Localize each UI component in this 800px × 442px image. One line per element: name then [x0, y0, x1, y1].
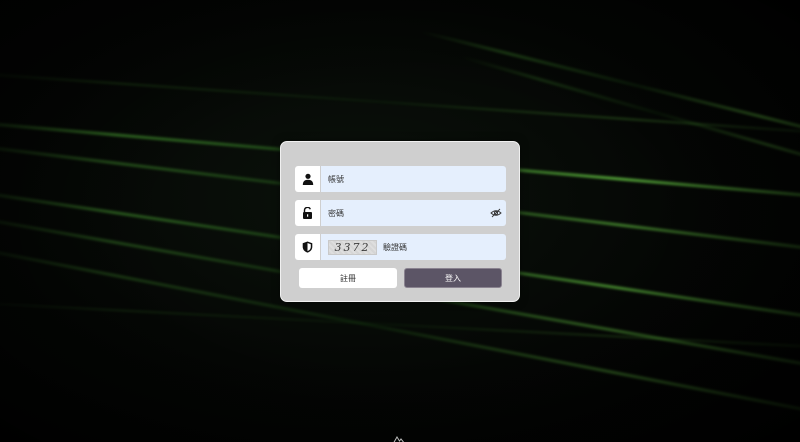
login-form: 3372 註冊 登入 — [280, 141, 520, 302]
password-field-wrapper — [320, 200, 506, 226]
password-input[interactable] — [328, 208, 478, 218]
unlock-icon — [295, 200, 320, 226]
captcha-image[interactable]: 3372 — [328, 239, 377, 255]
user-icon — [295, 166, 320, 192]
account-field-wrapper — [320, 166, 506, 192]
account-row — [295, 166, 506, 192]
account-input[interactable] — [328, 174, 478, 184]
captcha-input[interactable] — [383, 242, 483, 252]
login-page: 3372 註冊 登入 — [0, 0, 800, 442]
register-button[interactable]: 註冊 — [299, 268, 397, 288]
password-row — [295, 200, 506, 226]
captcha-row: 3372 — [295, 234, 506, 260]
mountain-logo-icon — [392, 430, 406, 442]
captcha-field-wrapper: 3372 — [320, 234, 506, 260]
login-button[interactable]: 登入 — [404, 268, 502, 288]
shield-icon — [295, 234, 320, 260]
eye-off-icon[interactable] — [490, 207, 502, 219]
